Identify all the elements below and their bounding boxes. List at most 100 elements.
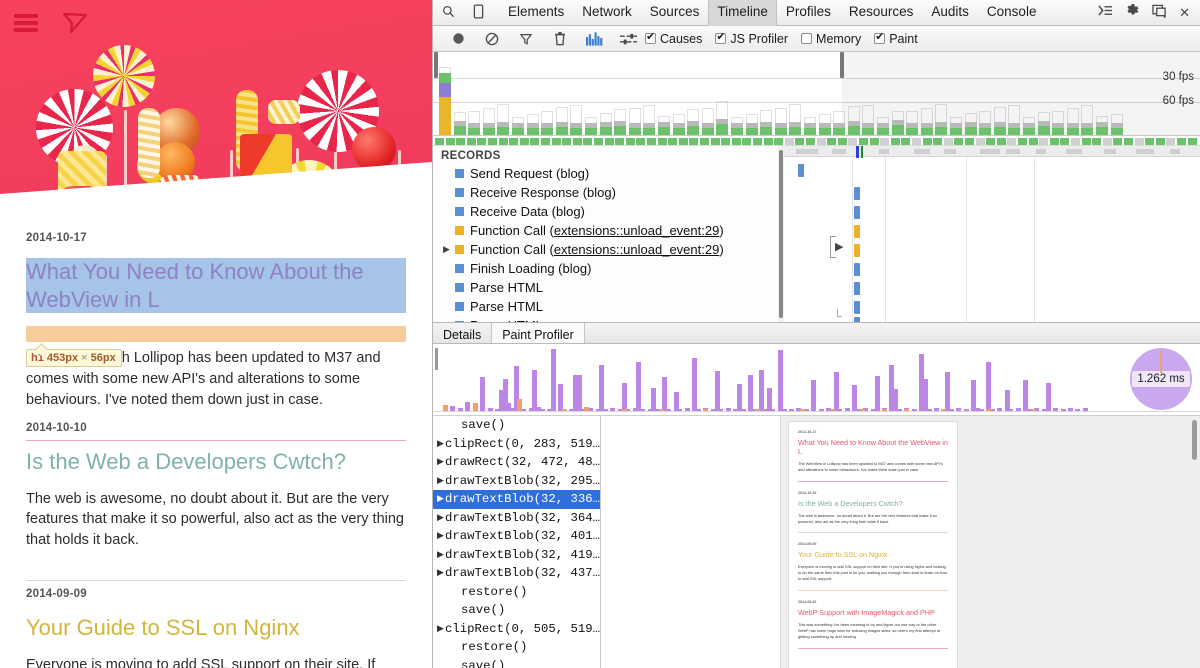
paint-op-bar bbox=[458, 408, 463, 411]
paint-command-row[interactable]: ▶drawRect(32, 472, 48… bbox=[433, 453, 600, 472]
capture-settings-button[interactable] bbox=[611, 27, 645, 51]
expand-arrow-icon[interactable]: ▶ bbox=[437, 568, 445, 578]
record-row[interactable]: Receive Data (blog) bbox=[433, 202, 778, 221]
records-tree[interactable]: RECORDS Send Request (blog)Receive Respo… bbox=[433, 146, 778, 322]
paint-preview-pane[interactable]: 2014-10-17 What You Need to Know About t… bbox=[781, 416, 1200, 668]
tab-network[interactable]: Network bbox=[573, 0, 641, 26]
paint-overhead-bar bbox=[517, 399, 522, 411]
tab-profiles[interactable]: Profiles bbox=[777, 0, 840, 26]
frame-tick bbox=[689, 138, 698, 145]
post-title[interactable]: Your Guide to SSL on Nginx bbox=[26, 614, 406, 642]
paint-command-row[interactable]: ▶drawTextBlob(32, 437… bbox=[433, 564, 600, 583]
expand-arrow-icon[interactable]: ▶ bbox=[437, 624, 445, 634]
checkbox-paint[interactable]: Paint bbox=[874, 32, 918, 46]
clear-button[interactable] bbox=[475, 27, 509, 51]
paint-command-row[interactable]: ▶clipRect(0, 505, 519… bbox=[433, 620, 600, 639]
paint-op-bar bbox=[945, 372, 950, 411]
paint-command-row[interactable]: ▶drawTextBlob(32, 364… bbox=[433, 509, 600, 528]
checkbox-memory[interactable]: Memory bbox=[801, 32, 861, 46]
paint-command-row[interactable]: ▶drawTextBlob(32, 401… bbox=[433, 527, 600, 546]
record-row[interactable]: Send Request (blog) bbox=[433, 164, 778, 183]
device-mode-icon[interactable] bbox=[463, 4, 493, 22]
overview-window-handle-right[interactable] bbox=[434, 52, 438, 78]
paint-profiler-chart[interactable]: 1.262 ms bbox=[433, 344, 1200, 416]
paint-command-label: drawTextBlob(32, 419… bbox=[445, 548, 600, 562]
hamburger-menu-icon[interactable] bbox=[14, 14, 38, 32]
paint-command-label: drawTextBlob(32, 364… bbox=[445, 511, 600, 525]
show-drawer-icon[interactable] bbox=[1098, 4, 1113, 22]
preview-scrollbar[interactable] bbox=[1192, 420, 1197, 460]
paint-chart-range-handle[interactable] bbox=[435, 348, 438, 370]
fps-frame-bar bbox=[906, 123, 918, 135]
paint-command-row[interactable]: restore() bbox=[433, 583, 600, 602]
trash-icon[interactable] bbox=[543, 27, 577, 51]
checkbox-box[interactable] bbox=[874, 33, 885, 44]
tab-resources[interactable]: Resources bbox=[840, 0, 923, 26]
tab-details[interactable]: Details bbox=[433, 323, 492, 343]
record-row[interactable]: Function Call (extensions::unload_event:… bbox=[433, 221, 778, 240]
paint-op-bar bbox=[964, 409, 969, 411]
expand-arrow-icon[interactable]: ▶ bbox=[437, 494, 445, 504]
frames-view-button[interactable] bbox=[577, 27, 611, 51]
frame-tick bbox=[1113, 138, 1122, 145]
record-row[interactable]: ▶Function Call (extensions::unload_event… bbox=[433, 240, 778, 259]
record-row[interactable]: Receive Response (blog) bbox=[433, 183, 778, 202]
record-row[interactable]: Finish Loading (blog) bbox=[433, 259, 778, 278]
frame-tick bbox=[1135, 138, 1144, 145]
checkbox-box[interactable] bbox=[645, 33, 656, 44]
tab-sources[interactable]: Sources bbox=[641, 0, 709, 26]
overview-window-handle-left[interactable] bbox=[840, 52, 844, 78]
ruler-tick bbox=[1006, 149, 1020, 154]
post-title-highlighted[interactable]: What You Need to Know About the WebView … bbox=[26, 258, 406, 313]
paint-command-row[interactable]: ▶drawTextBlob(32, 295… bbox=[433, 472, 600, 491]
expand-arrow-icon[interactable]: ▶ bbox=[437, 476, 445, 486]
paint-command-list[interactable]: save()▶clipRect(0, 283, 519…▶drawRect(32… bbox=[433, 416, 601, 668]
expand-arrow-icon[interactable]: ▶ bbox=[437, 439, 445, 449]
tab-timeline[interactable]: Timeline bbox=[708, 0, 777, 26]
record-source-link[interactable]: extensions::unload_event:29 bbox=[554, 242, 720, 257]
post-title[interactable]: Is the Web a Developers Cwtch? bbox=[26, 448, 406, 476]
expand-arrow-icon[interactable]: ▶ bbox=[437, 457, 445, 467]
record-row[interactable]: Parse HTML bbox=[433, 278, 778, 297]
records-timeline-lanes[interactable]: ▶ bbox=[784, 146, 1200, 322]
close-icon[interactable]: ✕ bbox=[1179, 5, 1190, 21]
paper-plane-logo-icon[interactable] bbox=[62, 10, 88, 36]
checkbox-causes[interactable]: Causes bbox=[645, 32, 702, 46]
record-button[interactable] bbox=[441, 27, 475, 51]
timeline-playhead[interactable] bbox=[856, 146, 859, 158]
paint-command-row[interactable]: ▶clipRect(0, 283, 519… bbox=[433, 435, 600, 454]
expand-arrow-icon[interactable]: ▶ bbox=[437, 531, 445, 541]
tab-elements[interactable]: Elements bbox=[499, 0, 573, 26]
record-row[interactable]: Parse HTML bbox=[433, 297, 778, 316]
paint-op-bar bbox=[1023, 380, 1028, 411]
checkbox-js-profiler[interactable]: JS Profiler bbox=[715, 32, 788, 46]
timeline-overview[interactable]: 30 fps 60 fps bbox=[433, 52, 1200, 136]
record-source-link[interactable]: extensions::unload_event:29 bbox=[554, 223, 720, 238]
paint-command-row[interactable]: save() bbox=[433, 601, 600, 620]
gear-icon[interactable] bbox=[1125, 3, 1140, 23]
devtools-window-controls: ✕ bbox=[1098, 0, 1196, 26]
filter-button[interactable] bbox=[509, 27, 543, 51]
expand-arrow-icon[interactable]: ▶ bbox=[835, 240, 843, 253]
record-label-suffix: ) bbox=[719, 223, 723, 238]
tab-console[interactable]: Console bbox=[978, 0, 1046, 26]
command-detail-pane bbox=[601, 416, 781, 668]
paint-command-row[interactable]: ▶drawTextBlob(32, 336… bbox=[433, 490, 600, 509]
expand-arrow-icon[interactable]: ▶ bbox=[437, 550, 445, 560]
expand-arrow-icon[interactable]: ▶ bbox=[443, 244, 455, 255]
checkbox-box[interactable] bbox=[801, 33, 812, 44]
paint-command-row[interactable]: save() bbox=[433, 657, 600, 668]
frame-tick bbox=[1029, 138, 1038, 145]
dock-position-icon[interactable] bbox=[1152, 4, 1167, 23]
record-row[interactable]: Parse HTML bbox=[433, 316, 778, 322]
frame-tick bbox=[1177, 138, 1186, 145]
checkbox-box[interactable] bbox=[715, 33, 726, 44]
expand-arrow-icon[interactable]: ▶ bbox=[437, 513, 445, 523]
paint-command-row[interactable]: ▶drawTextBlob(32, 419… bbox=[433, 546, 600, 565]
tab-audits[interactable]: Audits bbox=[922, 0, 978, 26]
paint-command-row[interactable]: restore() bbox=[433, 638, 600, 657]
search-icon[interactable] bbox=[433, 5, 463, 21]
tab-paint-profiler[interactable]: Paint Profiler bbox=[492, 323, 585, 343]
fps-frame-bar bbox=[454, 121, 466, 135]
paint-command-row[interactable]: save() bbox=[433, 416, 600, 435]
